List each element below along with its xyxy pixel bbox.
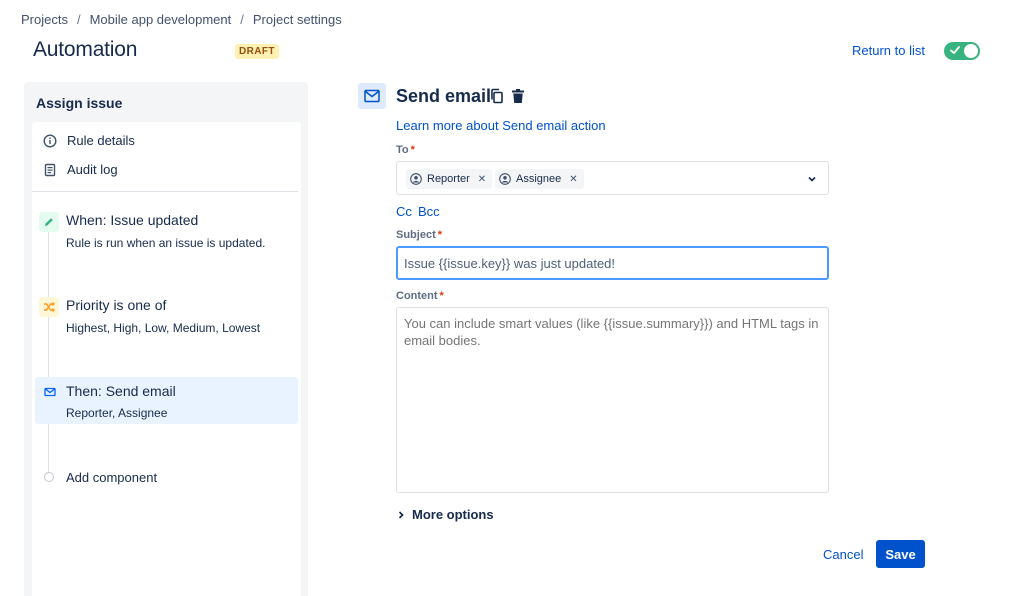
action-send-email[interactable]: Then: Send email Reporter, Assignee	[35, 377, 298, 424]
recipient-chip-assignee: Assignee ✕	[495, 169, 584, 189]
learn-more-link[interactable]: Learn more about Send email action	[396, 118, 606, 133]
add-component-button[interactable]: Add component	[66, 470, 157, 485]
breadcrumb-project-settings[interactable]: Project settings	[253, 12, 342, 27]
required-marker: *	[439, 290, 444, 302]
rule-name: Assign issue	[36, 95, 123, 111]
breadcrumb-separator: /	[240, 12, 244, 27]
chevron-right-icon	[398, 510, 404, 519]
toggle-knob	[964, 44, 978, 58]
sidebar-item-label: Rule details	[67, 133, 135, 148]
to-label-text: To	[396, 144, 409, 156]
rule-sidebar-card	[32, 122, 301, 596]
add-component-dot	[44, 472, 54, 482]
subject-input[interactable]	[396, 246, 829, 280]
cc-link[interactable]: Cc	[396, 204, 412, 219]
recipient-label: Reporter	[427, 173, 470, 185]
step-subtitle: Highest, High, Low, Medium, Lowest	[66, 321, 261, 335]
recipient-chip-reporter: Reporter ✕	[406, 169, 493, 189]
sidebar-divider	[32, 191, 298, 192]
email-icon	[40, 382, 60, 402]
step-title: When: Issue updated	[66, 212, 199, 228]
more-options-toggle[interactable]: More options	[396, 507, 494, 522]
trigger-issue-updated[interactable]: When: Issue updated Rule is run when an …	[34, 206, 298, 256]
remove-assignee-icon[interactable]: ✕	[569, 174, 577, 185]
remove-reporter-icon[interactable]: ✕	[478, 174, 486, 185]
required-marker: *	[437, 229, 443, 241]
sidebar-item-rule-details[interactable]: Rule details	[43, 133, 135, 148]
more-options-label: More options	[412, 507, 494, 522]
user-icon	[499, 173, 511, 185]
info-icon	[43, 133, 57, 148]
return-to-list-link[interactable]: Return to list	[852, 43, 925, 58]
bcc-link[interactable]: Bcc	[418, 204, 440, 219]
draft-badge: DRAFT	[235, 44, 279, 59]
to-label: To *	[396, 144, 415, 156]
step-subtitle: Reporter, Assignee	[66, 406, 168, 420]
document-icon	[44, 163, 56, 176]
breadcrumb-separator: /	[76, 12, 81, 27]
condition-priority[interactable]: Priority is one of Highest, High, Low, M…	[34, 291, 298, 341]
form-title: Send email	[396, 86, 492, 106]
step-subtitle: Rule is run when an issue is updated.	[66, 236, 266, 250]
user-icon	[410, 173, 422, 185]
rule-enabled-toggle[interactable]	[944, 42, 980, 60]
cancel-button[interactable]: Cancel	[817, 540, 869, 568]
email-icon	[358, 83, 386, 109]
shuffle-icon	[39, 297, 59, 317]
breadcrumb-mobile-app-development[interactable]: Mobile app development	[90, 12, 232, 27]
step-title: Priority is one of	[66, 297, 167, 313]
check-icon	[950, 46, 960, 54]
required-marker: *	[410, 144, 415, 156]
trash-icon[interactable]	[510, 88, 526, 104]
sidebar-item-label: Audit log	[67, 162, 118, 177]
sidebar-item-audit-log[interactable]: Audit log	[43, 162, 118, 177]
copy-icon[interactable]	[489, 88, 505, 104]
subject-label: Subject *	[396, 229, 442, 241]
page-title: Automation	[33, 38, 138, 61]
breadcrumb: Projects / Mobile app development / Proj…	[21, 12, 342, 27]
save-button[interactable]: Save	[876, 540, 925, 568]
breadcrumb-projects[interactable]: Projects	[21, 12, 68, 27]
pencil-icon	[39, 212, 59, 232]
recipient-label: Assignee	[516, 173, 562, 185]
step-title: Then: Send email	[66, 383, 176, 399]
subject-label-text: Subject	[396, 229, 436, 241]
content-label-text: Content	[396, 290, 438, 302]
content-label: Content *	[396, 290, 444, 302]
to-recipients-select[interactable]: Reporter ✕ Assignee ✕	[396, 161, 829, 195]
timeline-line	[48, 232, 49, 475]
content-textarea[interactable]	[396, 307, 829, 493]
chevron-down-icon[interactable]	[806, 173, 818, 185]
